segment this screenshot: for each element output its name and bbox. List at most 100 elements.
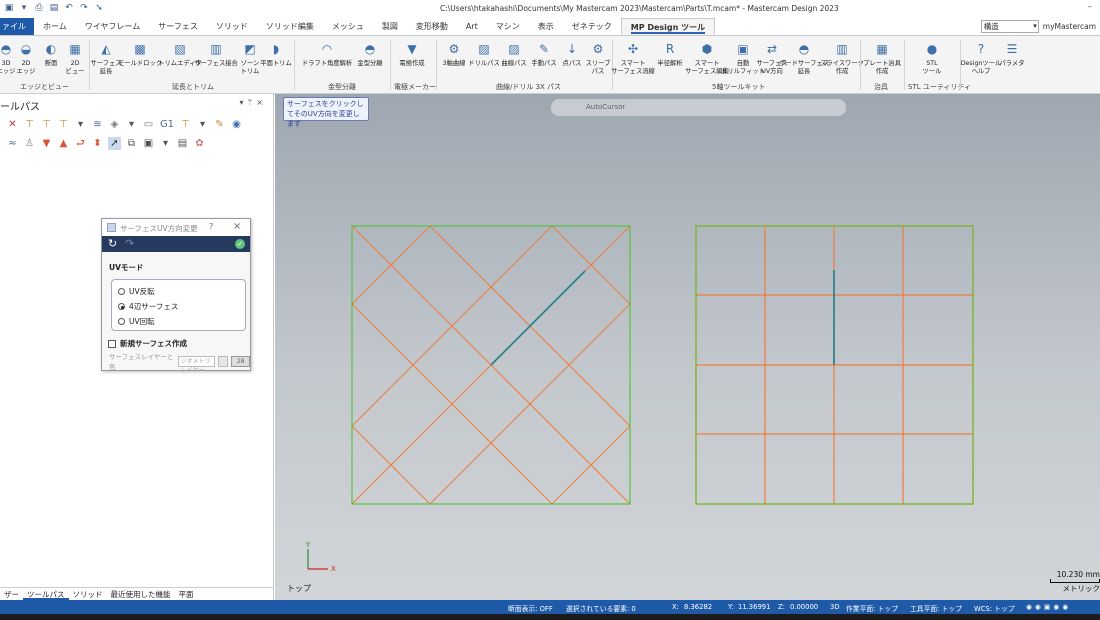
sleeve-path-button[interactable]: ⚙ スリーブ パス <box>584 39 612 75</box>
open-icon[interactable]: ▤ <box>49 3 59 13</box>
manual-path-button[interactable]: ✎ 手動パス <box>530 39 558 68</box>
curve-path-button[interactable]: ▨ 曲線パス <box>500 39 528 68</box>
draft-angle-button[interactable]: ◠ ドラフト角度解析 <box>302 39 352 68</box>
undo-icon[interactable]: ↶ <box>64 3 74 13</box>
3axis-curve-button[interactable]: ⚙ 3軸曲線 <box>440 39 468 68</box>
move-down-icon[interactable]: ▼ <box>40 137 53 150</box>
info-icon[interactable]: ◉ <box>230 118 243 131</box>
2d-view-button[interactable]: ▦ 2D ビュー <box>61 39 89 75</box>
verify-icon[interactable]: ▾ <box>74 118 87 131</box>
tab-wireframe[interactable]: ワイヤフレーム <box>76 18 150 35</box>
lock-icon[interactable]: ⊤ <box>179 118 192 131</box>
trim-editor-button[interactable]: ▧ トリムエディタ <box>158 39 202 68</box>
tab-recent-functions[interactable]: 最近使用した機能 <box>107 588 175 600</box>
design-help-button[interactable]: ? Designツール ヘルプ <box>961 39 1002 75</box>
simulate-icon[interactable]: ◈ <box>108 118 121 131</box>
auto-drill-fit-button[interactable]: ▣ 自動 ドリルフィット <box>721 39 765 75</box>
tab-home[interactable]: ホーム <box>34 18 76 35</box>
ghost-icon[interactable]: ♙ <box>23 137 36 150</box>
drill-path-button[interactable]: ▨ ドリルパス <box>468 39 499 68</box>
zone-trim-button[interactable]: ◩ ゾーン トリム <box>236 39 264 75</box>
undo-icon[interactable]: ↻ <box>108 237 117 250</box>
dropdown-icon[interactable]: ▾ <box>196 118 209 131</box>
surface-join-button[interactable]: ▥ サーフェス接合 <box>194 39 238 68</box>
new-surface-checkbox-row[interactable]: 新規サーフェス作成 <box>108 338 187 349</box>
dropdown-icon[interactable]: ▾ <box>125 118 138 131</box>
section-view-status[interactable]: 断面表示: OFF <box>508 603 553 613</box>
tab-mp-design-tools[interactable]: MP Design ツール <box>620 18 716 35</box>
radio-uv-rotate[interactable] <box>118 318 125 325</box>
ok-check-icon[interactable]: ✓ <box>235 239 245 249</box>
new-surface-checkbox[interactable] <box>108 339 116 348</box>
print-icon[interactable]: ⎙ <box>34 3 44 13</box>
edit-icon[interactable]: ✎ <box>213 118 226 131</box>
dialog-close-button[interactable]: × <box>233 221 241 232</box>
stock-icon[interactable]: ≋ <box>91 118 104 131</box>
save-icon[interactable]: ▣ <box>4 3 14 13</box>
mold-lock-button[interactable]: ▩ モールドロック <box>118 39 162 68</box>
tplane-status[interactable]: 工具平面: トップ <box>910 603 962 613</box>
2d-edge-button[interactable]: ◒ 2D エッジ <box>12 39 40 75</box>
electrode-button[interactable]: ▼ 電極作成 <box>398 39 426 68</box>
close-icon[interactable]: × <box>256 98 267 107</box>
tab-zenetec[interactable]: ゼネテック <box>563 18 621 35</box>
pointer-icon[interactable]: ➚ <box>108 137 121 150</box>
mold-split-button[interactable]: ◓ 金型分離 <box>356 39 384 68</box>
save-as-icon[interactable]: ▾ <box>19 3 29 13</box>
tab-model-prep[interactable]: ソリッド編集 <box>257 18 323 35</box>
board-surface-extend-button[interactable]: ◓ ボードサーフェス 延長 <box>779 39 829 75</box>
dropdown-icon[interactable]: ▾ <box>159 137 172 150</box>
parameters-button[interactable]: ☰ パラメタ <box>998 39 1026 68</box>
radius-analysis-button[interactable]: R 半径解析 <box>656 39 684 68</box>
display-icon[interactable]: ▣ <box>142 137 155 150</box>
plane-trim-button[interactable]: ◗ 平面トリム <box>260 39 291 68</box>
status-view-icons[interactable]: ◉◉▣◉◉ <box>1026 603 1071 611</box>
radio-4-edge-surface[interactable] <box>118 303 125 310</box>
smart-flowline-button[interactable]: ✣ スマート サーフェス流線 <box>611 39 655 75</box>
tab-drafting[interactable]: 製図 <box>373 18 407 35</box>
layer-number-button[interactable]: 28 <box>231 355 250 367</box>
g1-icon[interactable]: G1 <box>159 118 175 131</box>
minimize-button[interactable]: – <box>1088 2 1093 12</box>
stl-tool-button[interactable]: ● STL ツール <box>918 39 946 75</box>
surface-layer-input[interactable]: ジオメトリレイヤー <box>177 355 215 374</box>
mode-status[interactable]: 3D <box>830 603 840 611</box>
select-icon[interactable]: ➘ <box>94 3 104 13</box>
auto-hide-icon[interactable]: ᛘ <box>247 98 256 107</box>
backplot-icon[interactable]: ⊤ <box>57 118 70 131</box>
tab-file[interactable]: ァイル <box>0 18 34 35</box>
tab-planes[interactable]: 平面 <box>175 588 198 600</box>
post-icon[interactable]: ▭ <box>142 118 155 131</box>
plate-fixture-button[interactable]: ▦ プレート治具 作成 <box>862 39 902 75</box>
tab-surfaces[interactable]: サーフェス <box>149 18 207 35</box>
option-4-edge-surface[interactable]: 4辺サーフェス <box>118 301 178 312</box>
tab-levels[interactable]: ザー <box>0 588 23 600</box>
config-combo[interactable]: 構造 <box>980 20 1039 33</box>
insert-arrow-icon[interactable]: ⮐ <box>74 137 87 150</box>
wcs-status[interactable]: WCS: トップ <box>974 603 1015 613</box>
cplane-status[interactable]: 作業平面: トップ <box>846 603 898 613</box>
waves-icon[interactable]: ≈ <box>6 137 19 150</box>
mymastercam-link[interactable]: myMastercam <box>1043 22 1096 31</box>
regen-dirty-icon[interactable]: ⊤ <box>40 118 53 131</box>
tab-art[interactable]: Art <box>457 18 487 35</box>
scroll-arrow-icon[interactable]: ⬍ <box>91 137 104 150</box>
copy-icon[interactable]: ⧉ <box>125 137 138 150</box>
tab-solids[interactable]: ソリッド <box>69 588 107 600</box>
option-uv-rotate[interactable]: UV回転 <box>118 316 155 327</box>
layer-color-swatch[interactable] <box>218 355 229 367</box>
slice-work-button[interactable]: ▥ スライスワーク 作成 <box>820 39 864 75</box>
palette-icon[interactable]: ✿ <box>193 137 206 150</box>
tab-machine[interactable]: マシン <box>487 18 529 35</box>
dialog-help-button[interactable]: ? <box>209 222 213 231</box>
redo-icon[interactable]: ↷ <box>125 237 134 250</box>
tab-toolpaths[interactable]: ツールパス <box>23 588 69 600</box>
deselect-icon[interactable]: ✕ <box>6 118 19 131</box>
radio-uv-flip[interactable] <box>118 288 125 295</box>
tab-solids[interactable]: ソリッド <box>207 18 257 35</box>
option-uv-flip[interactable]: UV反転 <box>118 286 155 297</box>
surface-extend-button[interactable]: ◭ サーフェス 延長 <box>90 39 121 75</box>
tab-transform[interactable]: 変形移動 <box>407 18 457 35</box>
image-icon[interactable]: ▤ <box>176 137 189 150</box>
tab-view[interactable]: 表示 <box>529 18 563 35</box>
